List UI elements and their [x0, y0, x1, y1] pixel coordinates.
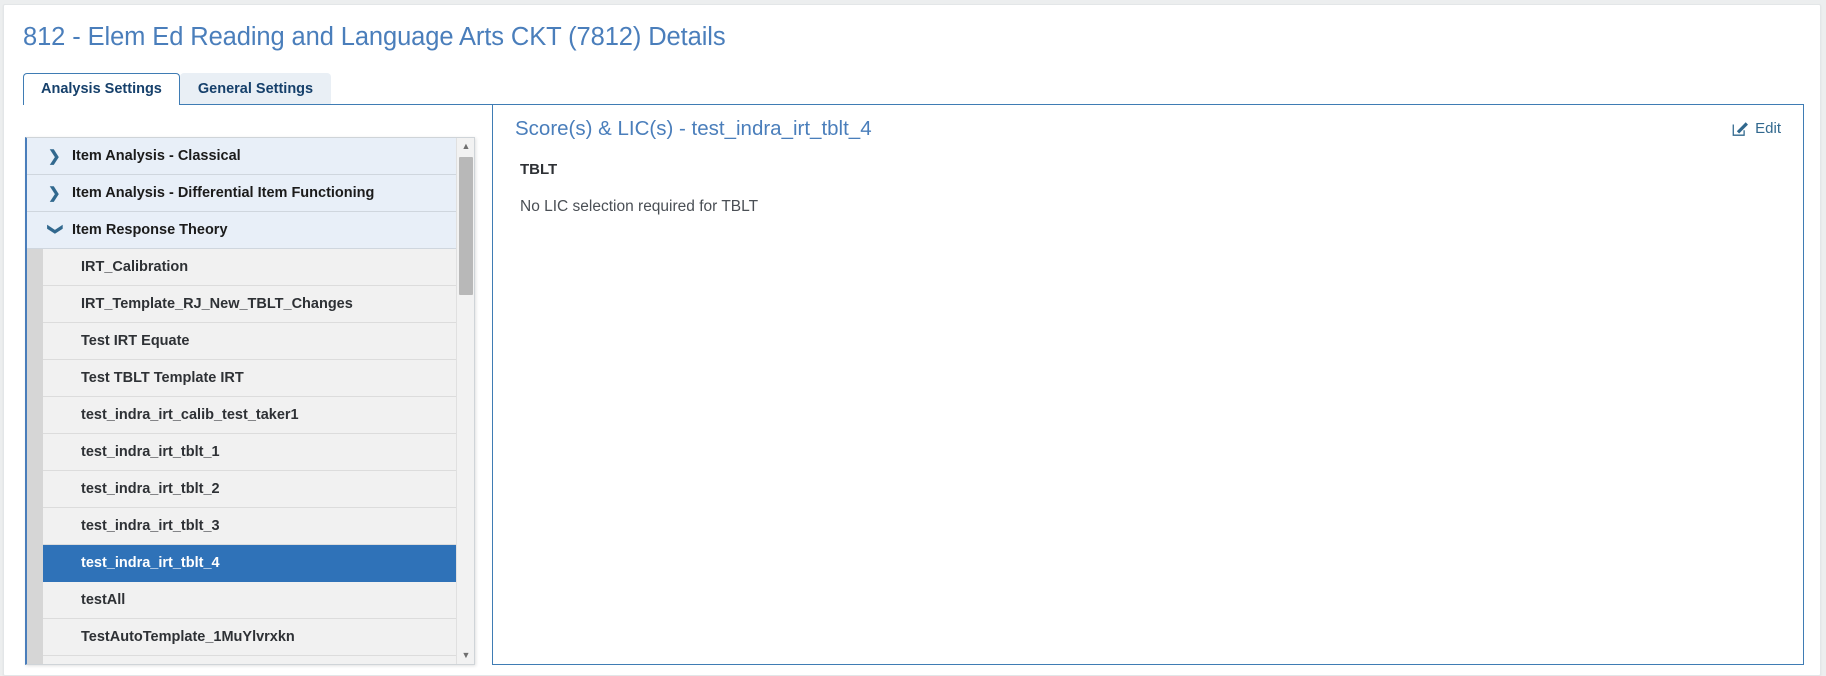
lic-section-label: TBLT [520, 161, 558, 178]
tree-item-label: Test IRT Equate [81, 333, 190, 349]
edit-button[interactable]: Edit [1732, 120, 1781, 137]
tree-item-label: testAll [81, 592, 126, 608]
tree-item-label: Test TBLT Template IRT [81, 370, 244, 386]
tree-item-label: IRT_Template_RJ_New_TBLT_Changes [81, 296, 353, 312]
analysis-tree-list: ❯ Item Analysis - Classical ❯ Item Analy… [27, 138, 459, 664]
tree-item-testautotemplate[interactable]: TestAutoTemplate_1MuYlvrxkn [43, 619, 459, 656]
score-lic-title: Score(s) & LIC(s) - test_indra_irt_tblt_… [515, 117, 872, 140]
page-card: 812 - Elem Ed Reading and Language Arts … [3, 4, 1821, 676]
edit-pencil-icon [1732, 120, 1749, 137]
tree-item-label: test_indra_irt_tblt_2 [81, 481, 220, 497]
tree-item-label: test_indra_irt_calib_test_taker1 [81, 407, 299, 423]
tree-item-label: test_indra_irt_tblt_3 [81, 518, 220, 534]
tree-group-label: Item Analysis - Classical [72, 148, 241, 164]
tree-item-label: test_indra_irt_tblt_1 [81, 444, 220, 460]
edit-button-label: Edit [1755, 120, 1781, 137]
scroll-down-arrow-icon[interactable]: ▼ [457, 647, 474, 664]
tab-bar: Analysis Settings General Settings [23, 73, 1804, 105]
tree-item-test-indra-irt-calib-test-taker1[interactable]: test_indra_irt_calib_test_taker1 [43, 397, 459, 434]
tree-item-irt-calibration[interactable]: IRT_Calibration [43, 249, 459, 286]
settings-body: ❯ Item Analysis - Classical ❯ Item Analy… [23, 105, 1804, 665]
score-lic-body: TBLT No LIC selection required for TBLT [520, 161, 1781, 216]
tree-item-test-indra-irt-tblt-2[interactable]: test_indra_irt_tblt_2 [43, 471, 459, 508]
tab-analysis-settings[interactable]: Analysis Settings [23, 73, 180, 105]
tree-item-irt-template-rj[interactable]: IRT_Template_RJ_New_TBLT_Changes [43, 286, 459, 323]
tree-item-test-irt-equate[interactable]: Test IRT Equate [43, 323, 459, 360]
chevron-right-icon: ❯ [48, 184, 61, 202]
lic-note-text: No LIC selection required for TBLT [520, 198, 759, 215]
tree-item-label: TestAutoTemplate_1MuYlvrxkn [81, 629, 295, 645]
tree-item-label: test_indra_irt_tblt_4 [81, 555, 220, 571]
tree-item-test-indra-irt-tblt-1[interactable]: test_indra_irt_tblt_1 [43, 434, 459, 471]
score-lic-panel: Score(s) & LIC(s) - test_indra_irt_tblt_… [492, 105, 1804, 665]
tree-group-item-analysis-dif[interactable]: ❯ Item Analysis - Differential Item Func… [27, 175, 459, 212]
analysis-tree-panel: ❯ Item Analysis - Classical ❯ Item Analy… [25, 137, 475, 665]
tab-analysis-settings-label: Analysis Settings [41, 81, 162, 97]
tree-item-test-indra-irt-tblt-4[interactable]: test_indra_irt_tblt_4 [43, 545, 459, 582]
tree-item-testall[interactable]: testAll [43, 582, 459, 619]
page-title: 812 - Elem Ed Reading and Language Arts … [23, 23, 726, 51]
tree-item-test-tblt-template-irt[interactable]: Test TBLT Template IRT [43, 360, 459, 397]
tree-vertical-scrollbar[interactable]: ▲ ▼ [456, 138, 474, 664]
tree-group-label: Item Response Theory [72, 222, 228, 238]
tree-group-item-analysis-classical[interactable]: ❯ Item Analysis - Classical [27, 138, 459, 175]
tree-item-partial[interactable] [43, 656, 459, 664]
scrollbar-thumb[interactable] [459, 157, 473, 295]
chevron-down-icon: ❯ [47, 222, 64, 236]
score-lic-header: Score(s) & LIC(s) - test_indra_irt_tblt_… [515, 117, 1781, 151]
tab-general-settings-label: General Settings [197, 81, 314, 97]
tree-group-item-response-theory[interactable]: ❯ Item Response Theory [27, 212, 459, 249]
scroll-up-arrow-icon[interactable]: ▲ [457, 138, 474, 155]
tree-group-label: Item Analysis - Differential Item Functi… [72, 185, 375, 201]
tree-item-label: IRT_Calibration [81, 259, 189, 275]
tree-item-test-indra-irt-tblt-3[interactable]: test_indra_irt_tblt_3 [43, 508, 459, 545]
chevron-right-icon: ❯ [48, 147, 61, 165]
tab-general-settings[interactable]: General Settings [179, 73, 332, 104]
